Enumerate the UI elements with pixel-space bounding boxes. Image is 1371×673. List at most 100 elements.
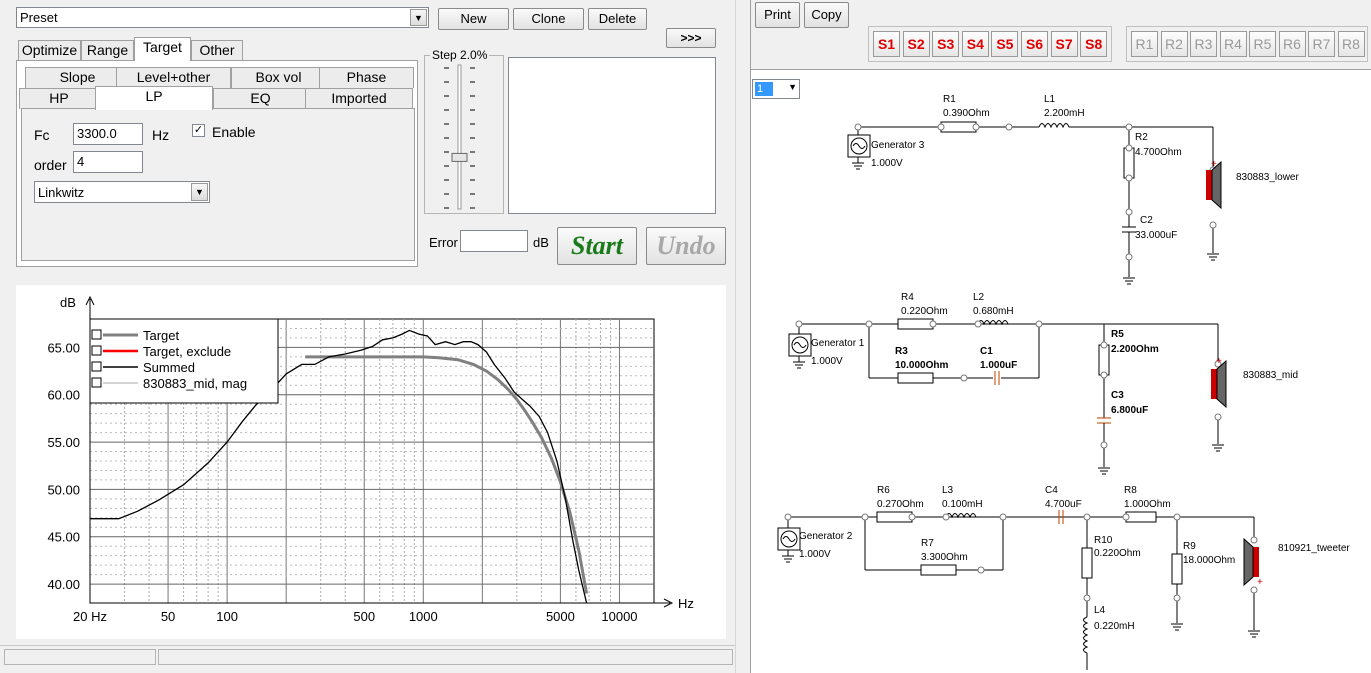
c4-label: C4 <box>1045 485 1058 496</box>
c3-label: C3 <box>1111 390 1124 401</box>
r3-label: R3 <box>895 346 908 357</box>
r10-value: 0.220Ohm <box>1094 548 1141 559</box>
response-button-r7[interactable]: R7 <box>1308 31 1335 57</box>
generator-3-label: Generator 3 <box>871 140 925 151</box>
r10-label: R10 <box>1094 535 1113 546</box>
r5-label: R5 <box>1111 329 1124 340</box>
chevron-down-icon[interactable]: ▼ <box>410 9 427 26</box>
start-button[interactable]: Start <box>557 227 637 265</box>
r7-label: R7 <box>921 538 934 549</box>
r9-label: R9 <box>1183 541 1196 552</box>
x-axis-label: Hz <box>678 596 694 611</box>
speaker-tweeter-icon[interactable]: + <box>1243 537 1263 588</box>
tab-range[interactable]: Range <box>81 40 134 61</box>
generator-2-label: Generator 2 <box>799 531 853 542</box>
response-button-r3[interactable]: R3 <box>1190 31 1217 57</box>
preset-value: Preset <box>20 10 58 25</box>
tab-optimize[interactable]: Optimize <box>18 40 81 61</box>
tab-imported[interactable]: Imported <box>305 88 413 109</box>
signal-button-s7[interactable]: S7 <box>1050 31 1078 57</box>
window-splitter[interactable] <box>735 0 751 673</box>
r4-value: 0.220Ohm <box>901 306 948 317</box>
chevron-down-icon[interactable]: ▼ <box>191 183 208 201</box>
svg-text:+: + <box>1257 577 1263 588</box>
tab-hp[interactable]: HP <box>19 88 99 109</box>
l1-label: L1 <box>1044 94 1056 105</box>
r7-value: 3.300Ohm <box>921 552 968 563</box>
signal-button-s3[interactable]: S3 <box>932 31 960 57</box>
frequency-response-chart: 65.00 60.00 55.00 50.00 45.00 40.00 20 Hz 50 100… <box>47 295 694 624</box>
tab-phase[interactable]: Phase <box>319 67 414 88</box>
c4-value: 4.700uF <box>1045 499 1082 510</box>
legend-checkbox <box>91 329 102 340</box>
enable-checkbox[interactable]: ✓ <box>192 124 205 137</box>
error-field <box>460 230 528 252</box>
svg-text:+: + <box>1216 356 1222 367</box>
l3-value: 0.100mH <box>942 499 983 510</box>
print-button[interactable]: Print <box>755 2 800 28</box>
tab-other[interactable]: Other <box>191 40 243 61</box>
expand-button[interactable]: >>> <box>666 28 716 48</box>
delete-button[interactable]: Delete <box>588 8 647 30</box>
response-button-r6[interactable]: R6 <box>1278 31 1306 57</box>
order-label: order <box>34 157 67 173</box>
y-tick-label: 65.00 <box>47 340 80 355</box>
fc-label: Fc <box>34 127 50 143</box>
error-label: Error <box>429 235 458 250</box>
tab-level-other[interactable]: Level+other <box>116 67 231 88</box>
tab-target[interactable]: Target <box>134 37 191 61</box>
r8-value: 1.000Ohm <box>1124 499 1171 510</box>
signal-button-s5[interactable]: S5 <box>991 31 1019 57</box>
y-tick-label: 50.00 <box>47 482 80 497</box>
generator-3-value: 1.000V <box>871 158 903 169</box>
x-tick-label: 100 <box>216 609 238 624</box>
signal-button-s4[interactable]: S4 <box>961 31 989 57</box>
signal-button-s2[interactable]: S2 <box>902 31 930 57</box>
undo-button[interactable]: Undo <box>646 227 726 265</box>
x-tick-label: 20 Hz <box>73 609 107 624</box>
info-box <box>508 57 716 214</box>
response-button-r2[interactable]: R2 <box>1160 31 1188 57</box>
response-button-r8[interactable]: R8 <box>1337 31 1365 57</box>
l2-value: 0.680mH <box>973 306 1014 317</box>
c1-label: C1 <box>980 346 993 357</box>
response-button-r4[interactable]: R4 <box>1219 31 1247 57</box>
speaker-lower-icon[interactable]: + <box>1206 159 1222 210</box>
signal-button-s6[interactable]: S6 <box>1021 31 1048 57</box>
tab-lp[interactable]: LP <box>95 86 213 110</box>
fc-input[interactable]: 3300.0 <box>73 123 143 145</box>
c1-value: 1.000uF <box>980 360 1017 371</box>
y-axis-label: dB <box>60 295 76 310</box>
signal-button-s1[interactable]: S1 <box>873 31 900 57</box>
response-button-r1[interactable]: R1 <box>1131 31 1158 57</box>
order-input[interactable]: 4 <box>73 151 143 173</box>
step-slider-thumb[interactable] <box>451 152 468 162</box>
copy-button[interactable]: Copy <box>804 2 849 28</box>
step-label: Step 2.0% <box>430 48 490 62</box>
legend-label: Summed <box>143 360 195 375</box>
r8-label: R8 <box>1124 485 1137 496</box>
signal-button-s8[interactable]: S8 <box>1080 31 1108 57</box>
x-tick-label: 50 <box>161 609 175 624</box>
x-tick-label: 10000 <box>601 609 637 624</box>
r3-value: 10.000Ohm <box>895 360 948 371</box>
status-cell <box>4 649 156 665</box>
new-button[interactable]: New <box>438 8 509 30</box>
tab-box-vol[interactable]: Box vol <box>231 67 326 88</box>
preset-dropdown[interactable]: Preset ▼ <box>16 7 429 28</box>
filter-type-value: Linkwitz <box>38 185 85 200</box>
r9-value: 18.000Ohm <box>1183 555 1235 566</box>
y-tick-label: 55.00 <box>47 435 80 450</box>
step-slider[interactable] <box>440 62 480 212</box>
r2-value: 4.700Ohm <box>1135 147 1182 158</box>
legend-checkbox <box>91 377 102 388</box>
response-button-r5[interactable]: R5 <box>1249 31 1276 57</box>
speaker-mid-icon[interactable]: + <box>1211 356 1227 409</box>
generator-2-value: 1.000V <box>799 549 831 560</box>
tab-slope[interactable]: Slope <box>25 67 130 88</box>
filter-type-dropdown[interactable]: Linkwitz ▼ <box>34 181 210 203</box>
generator-1-label: Generator 1 <box>811 338 865 349</box>
c3-value: 6.800uF <box>1111 405 1148 416</box>
clone-button[interactable]: Clone <box>513 8 584 30</box>
tab-eq[interactable]: EQ <box>213 88 308 109</box>
